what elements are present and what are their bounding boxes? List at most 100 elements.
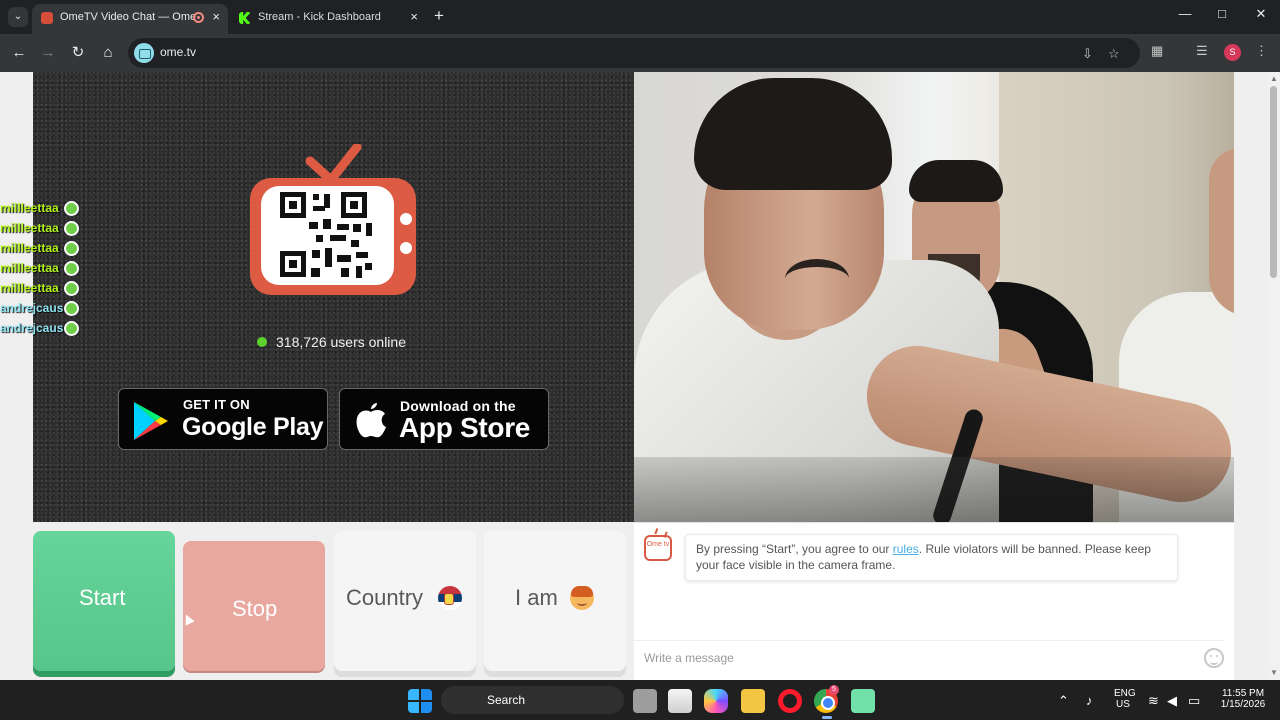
pinned-app-icon[interactable] (851, 689, 875, 713)
language-indicator[interactable]: ENG US (1114, 688, 1136, 710)
chrome-badge: 5 (829, 685, 839, 695)
system-message-before: By pressing “Start”, you agree to our (696, 542, 893, 556)
overlay-user-item: millleettaa (0, 218, 82, 238)
reload-icon[interactable]: ↻ (68, 43, 88, 63)
online-users-count: 318,726 users online (276, 334, 406, 350)
task-view-icon[interactable] (633, 689, 657, 713)
windows-start-icon[interactable] (408, 689, 432, 713)
country-button[interactable]: Country (334, 531, 476, 671)
language-bottom: US (1116, 699, 1130, 710)
overlay-user-item: millleettaa (0, 278, 82, 298)
emoji-picker-icon[interactable] (1204, 648, 1224, 668)
rules-link[interactable]: rules (893, 542, 919, 556)
kick-icon (239, 12, 251, 24)
active-app-indicator (822, 716, 832, 719)
site-info-icon[interactable] (134, 43, 154, 63)
bookmark-star-icon[interactable]: ☆ (1108, 46, 1120, 62)
overlay-user-name: andrejcaus (0, 301, 64, 315)
tab-search-chevron-down-icon[interactable]: ⌄ (8, 7, 28, 27)
battery-icon[interactable]: ▭ (1188, 693, 1200, 709)
close-tab-icon[interactable]: × (212, 4, 220, 30)
browser-tab-strip: ⌄ OmeTV Video Chat — Ome × Stream - Kick… (0, 0, 1280, 34)
more-menu-icon[interactable]: ⋮ (1255, 43, 1268, 59)
user-badge-icon (64, 321, 79, 336)
minimize-window-icon[interactable]: — (1166, 6, 1204, 21)
overlay-user-item: millleettaa (0, 198, 82, 218)
microphone-icon[interactable]: ♪ (1086, 693, 1093, 708)
extensions-puzzle-icon[interactable]: ▦ (1151, 43, 1163, 59)
wifi-icon[interactable]: ≋ (1148, 693, 1159, 709)
overlay-user-item: millleettaa (0, 238, 82, 258)
clock-time: 11:55 PM (1221, 688, 1265, 699)
person-beard (785, 259, 849, 299)
start-button[interactable]: Start (33, 531, 175, 671)
google-play-icon (134, 402, 168, 440)
message-input[interactable]: Write a message (634, 640, 1224, 674)
address-bar[interactable]: ome.tv ⇩ ☆ (128, 38, 1140, 68)
i-am-button-label: I am (515, 585, 558, 610)
close-tab-icon[interactable]: × (410, 4, 418, 30)
browser-toolbar: ← → ↻ ⌂ ome.tv ⇩ ☆ ▦ ☰ S ⋮ (0, 34, 1280, 72)
i-am-button[interactable]: I am (484, 531, 626, 671)
scroll-up-icon[interactable]: ▲ (1270, 74, 1278, 83)
overlay-user-name: millleettaa (0, 241, 59, 255)
opera-icon[interactable] (778, 689, 802, 713)
maximize-window-icon[interactable]: □ (1203, 6, 1241, 21)
start-button-label: Start (79, 585, 126, 610)
overlay-user-name: millleettaa (0, 281, 59, 295)
google-play-big-text: Google Play (182, 413, 324, 441)
file-explorer-icon[interactable] (741, 689, 765, 713)
overlay-user-name: millleettaa (0, 261, 59, 275)
tab-ometv-video-chat[interactable]: OmeTV Video Chat — Ome × (32, 4, 228, 34)
chevron-up-icon[interactable]: ⌃ (1058, 693, 1069, 709)
chat-panel: Ome tv By pressing “Start”, you agree to… (634, 522, 1234, 680)
new-tab-button[interactable]: + (434, 6, 444, 26)
taskbar-search[interactable]: Search (441, 686, 624, 714)
tab-title: Stream - Kick Dashboard (258, 11, 381, 23)
country-button-label: Country (346, 585, 424, 610)
person-hair (909, 160, 1003, 202)
system-message: By pressing “Start”, you agree to our ru… (685, 534, 1178, 581)
tab-title: OmeTV Video Chat — Ome (60, 11, 197, 23)
clock[interactable]: 11:55 PM 1/15/2026 (1220, 688, 1266, 710)
copilot-icon[interactable] (704, 689, 728, 713)
close-window-icon[interactable]: ✕ (1242, 6, 1280, 22)
page-scrollbar[interactable]: ▲ ▼ (1268, 72, 1280, 680)
user-badge-icon (64, 221, 79, 236)
user-badge-icon (64, 201, 79, 216)
stop-button[interactable]: Stop (183, 541, 325, 671)
install-app-icon[interactable]: ⇩ (1082, 46, 1093, 62)
scroll-thumb[interactable] (1270, 86, 1277, 278)
overlay-user-name: millleettaa (0, 221, 59, 235)
app-store-button[interactable]: Download on the App Store (339, 388, 549, 450)
overlay-user-list: millleettaa millleettaa millleettaa mill… (0, 198, 82, 338)
profile-avatar[interactable]: S (1224, 44, 1241, 61)
scroll-down-icon[interactable]: ▼ (1270, 668, 1278, 677)
user-badge-icon (64, 301, 79, 316)
user-badge-icon (64, 241, 79, 256)
url-text[interactable]: ome.tv (160, 45, 196, 59)
apple-icon (356, 403, 386, 438)
google-play-button[interactable]: GET IT ON Google Play (118, 388, 328, 450)
overlay-user-item: andrejcaus (0, 298, 82, 318)
person-face (1209, 148, 1234, 316)
remote-video-feed (634, 72, 1234, 522)
recording-icon (193, 12, 204, 23)
overlay-user-item: millleettaa (0, 258, 82, 278)
app-store-big-text: App Store (399, 412, 531, 443)
ometv-icon (41, 12, 53, 24)
windows-taskbar: Search 5 ⌃ ♪ ENG US ≋ ◀ ▭ 11:55 PM 1/15/… (0, 680, 1280, 720)
microsoft-store-icon[interactable] (668, 689, 692, 713)
overlay-user-item: andrejcaus (0, 318, 82, 338)
boy-emoji-icon (570, 586, 594, 610)
forward-arrow-icon: → (40, 44, 56, 61)
tab-stream-kick-dashboard[interactable]: Stream - Kick Dashboard × (230, 4, 426, 34)
back-arrow-icon[interactable]: ← (9, 43, 29, 63)
table-shadow (634, 457, 1234, 522)
volume-icon[interactable]: ◀ (1167, 693, 1177, 709)
media-control-icon[interactable]: ☰ (1196, 43, 1208, 59)
online-status-dot (257, 337, 267, 347)
ometv-chat-logo-icon: Ome tv (644, 535, 672, 561)
google-play-small-text: GET IT ON (183, 397, 250, 412)
home-icon[interactable]: ⌂ (98, 43, 118, 63)
